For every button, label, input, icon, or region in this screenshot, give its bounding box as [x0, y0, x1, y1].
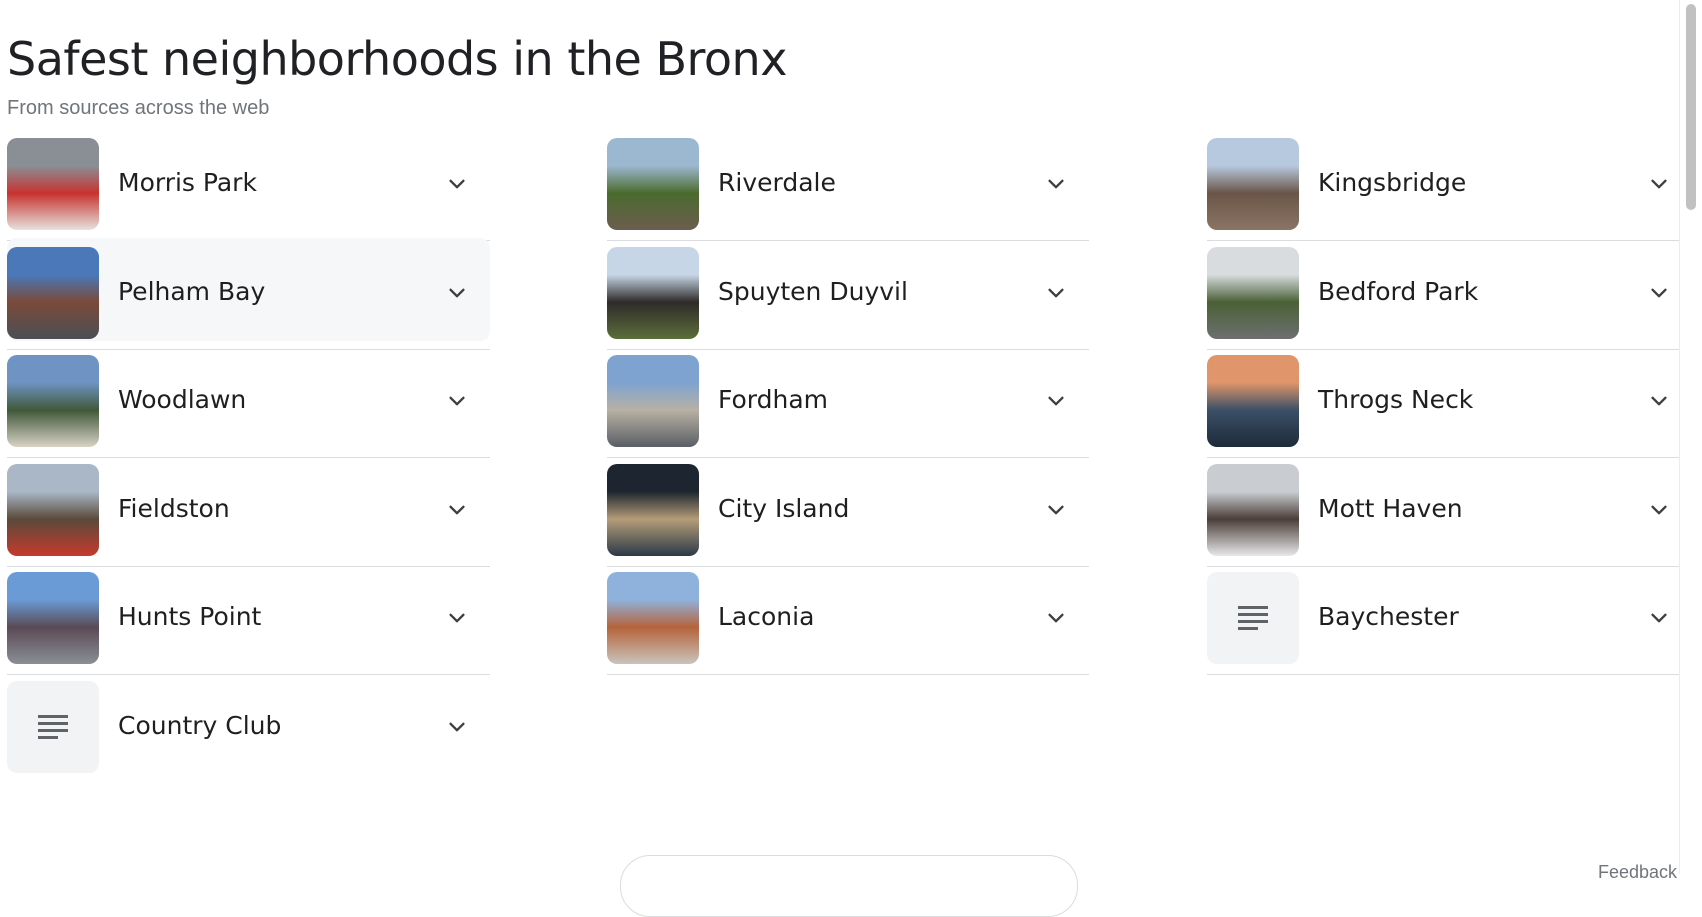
neighborhood-name: Hunts Point: [118, 602, 262, 631]
chevron-down-icon[interactable]: [1045, 173, 1067, 195]
neighborhood-thumbnail: [7, 138, 99, 230]
divider: [1207, 674, 1680, 675]
neighborhood-name: Country Club: [118, 711, 282, 740]
list-item[interactable]: Baychester: [1207, 558, 1680, 675]
list-item[interactable]: Fieldston: [7, 450, 490, 567]
chevron-down-icon[interactable]: [1648, 173, 1670, 195]
list-item[interactable]: City Island: [607, 450, 1089, 567]
list-item[interactable]: Riverdale: [607, 124, 1089, 241]
list-item[interactable]: Kingsbridge: [1207, 124, 1680, 241]
chevron-down-icon[interactable]: [446, 499, 468, 521]
chevron-down-icon[interactable]: [1045, 607, 1067, 629]
scrollbar[interactable]: [1679, 0, 1702, 874]
neighborhood-name: Morris Park: [118, 168, 257, 197]
list-item[interactable]: Hunts Point: [7, 558, 490, 675]
chevron-down-icon[interactable]: [1045, 282, 1067, 304]
list-item[interactable]: Country Club: [7, 667, 490, 784]
list-item[interactable]: Throgs Neck: [1207, 341, 1680, 458]
chevron-down-icon[interactable]: [1045, 390, 1067, 412]
list-item[interactable]: Mott Haven: [1207, 450, 1680, 567]
neighborhood-name: City Island: [718, 494, 850, 523]
chevron-down-icon[interactable]: [446, 716, 468, 738]
list-item[interactable]: Spuyten Duyvil: [607, 233, 1089, 350]
chevron-down-icon[interactable]: [446, 390, 468, 412]
list-item[interactable]: Woodlawn: [7, 341, 490, 458]
neighborhood-name: Kingsbridge: [1318, 168, 1467, 197]
neighborhood-name: Fordham: [718, 385, 829, 414]
neighborhood-thumbnail: [607, 138, 699, 230]
list-item[interactable]: Laconia: [607, 558, 1089, 675]
chevron-down-icon[interactable]: [446, 173, 468, 195]
feedback-link[interactable]: Feedback: [1598, 862, 1677, 883]
neighborhood-name: Baychester: [1318, 602, 1459, 631]
neighborhood-thumbnail: [7, 247, 99, 339]
chevron-down-icon[interactable]: [1648, 499, 1670, 521]
chevron-down-icon[interactable]: [1648, 390, 1670, 412]
list-item[interactable]: Bedford Park: [1207, 233, 1680, 350]
neighborhood-name: Riverdale: [718, 168, 836, 197]
neighborhood-thumbnail: [7, 572, 99, 664]
neighborhood-thumbnail: [7, 355, 99, 447]
neighborhood-name: Bedford Park: [1318, 277, 1479, 306]
chevron-down-icon[interactable]: [446, 607, 468, 629]
chevron-down-icon[interactable]: [1648, 282, 1670, 304]
list-item[interactable]: Fordham: [607, 341, 1089, 458]
scrollbar-thumb[interactable]: [1686, 4, 1696, 210]
chevron-down-icon[interactable]: [1648, 607, 1670, 629]
neighborhood-thumbnail: [607, 247, 699, 339]
list-item[interactable]: Pelham Bay: [7, 233, 490, 350]
neighborhood-grid: Morris Park Pelham Bay Woodlawn Fieldston Hu…: [0, 0, 1680, 874]
chevron-down-icon[interactable]: [1045, 499, 1067, 521]
divider: [607, 674, 1089, 675]
neighborhood-name: Woodlawn: [118, 385, 247, 414]
neighborhood-name: Laconia: [718, 602, 815, 631]
neighborhood-thumbnail: [1207, 138, 1299, 230]
chevron-down-icon[interactable]: [446, 282, 468, 304]
neighborhood-thumbnail: [1207, 355, 1299, 447]
neighborhood-name: Fieldston: [118, 494, 230, 523]
more-button[interactable]: [620, 855, 1078, 917]
neighborhood-name: Spuyten Duyvil: [718, 277, 908, 306]
list-item[interactable]: Morris Park: [7, 124, 490, 241]
neighborhood-thumbnail: [7, 464, 99, 556]
neighborhood-name: Pelham Bay: [118, 277, 266, 306]
document-icon: [1207, 572, 1299, 664]
neighborhood-name: Throgs Neck: [1318, 385, 1474, 414]
neighborhood-name: Mott Haven: [1318, 494, 1463, 523]
document-icon: [7, 681, 99, 773]
neighborhood-thumbnail: [607, 464, 699, 556]
neighborhood-thumbnail: [607, 355, 699, 447]
neighborhood-thumbnail: [1207, 247, 1299, 339]
neighborhood-thumbnail: [607, 572, 699, 664]
neighborhood-thumbnail: [1207, 464, 1299, 556]
